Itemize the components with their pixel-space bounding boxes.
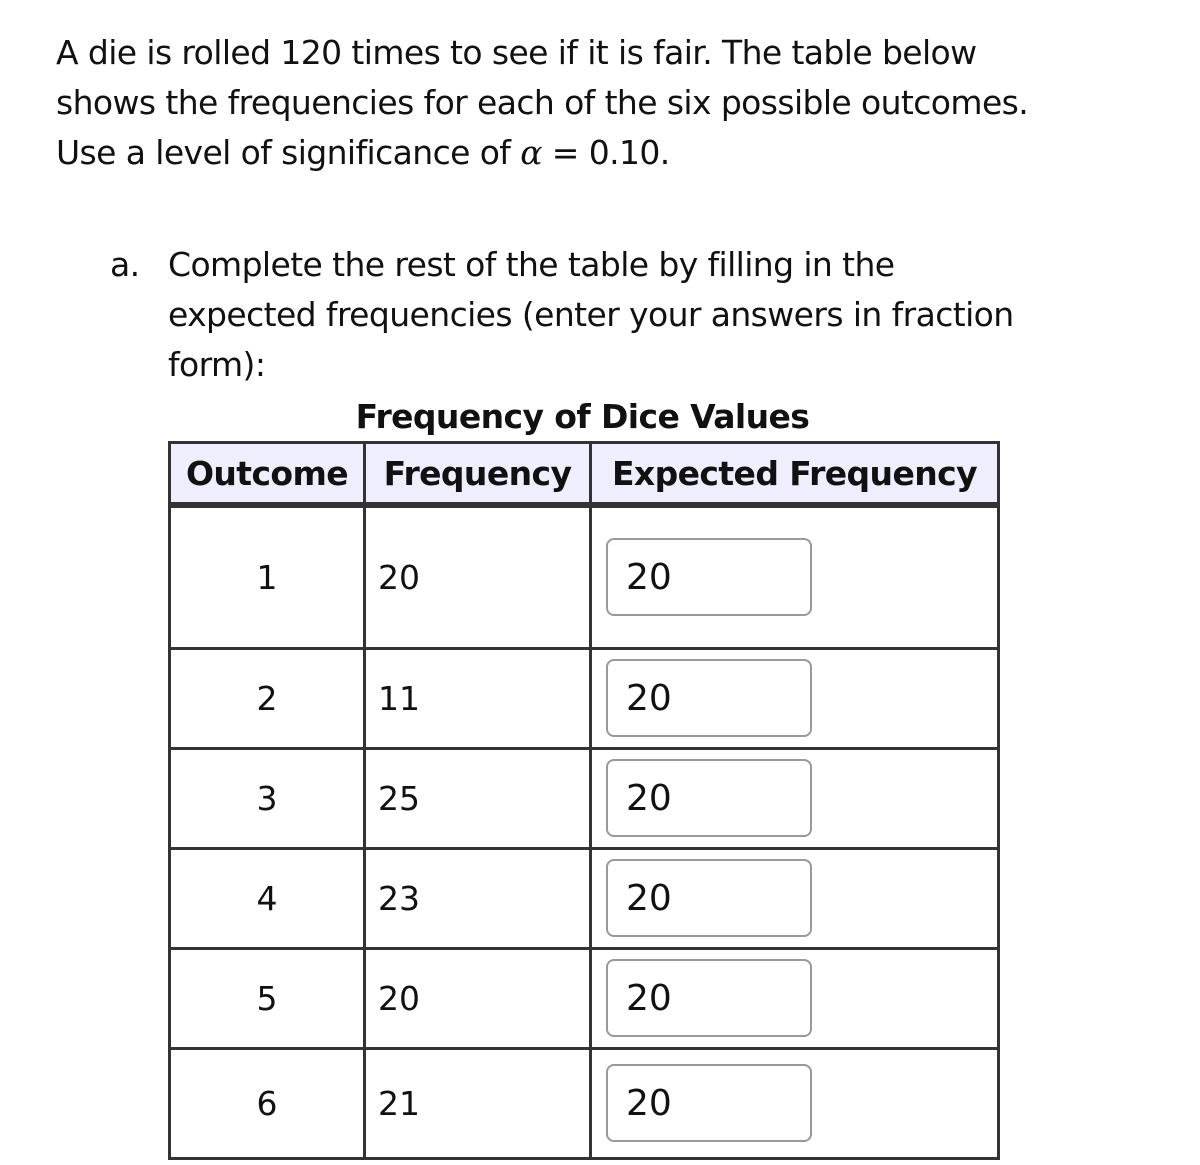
expected-frequency-input[interactable] (606, 759, 812, 837)
part-a-line: expected frequencies (enter your answers… (168, 295, 1014, 334)
expected-frequency-input[interactable] (606, 959, 812, 1037)
frequency-cell: 23 (363, 846, 592, 950)
table-row: 6 21 (168, 1046, 1000, 1160)
intro-text: = 0.10. (541, 133, 671, 172)
expected-frequency-input[interactable] (606, 1064, 812, 1142)
frequency-cell: 20 (363, 503, 592, 650)
table-row: 3 25 (168, 746, 1000, 850)
intro-line: Use a level of significance of α = 0.10. (56, 128, 1176, 178)
intro-line: shows the frequencies for each of the si… (56, 83, 1029, 122)
header-expected-frequency: Expected Frequency (589, 441, 1000, 508)
outcome-cell: 3 (168, 746, 366, 850)
table-row: 5 20 (168, 946, 1000, 1050)
frequency-table: Outcome Frequency Expected Frequency 1 2… (168, 441, 1000, 1160)
frequency-cell: 20 (363, 946, 592, 1050)
intro-line: A die is rolled 120 times to see if it i… (56, 33, 977, 72)
expected-cell (589, 1046, 1000, 1160)
intro-text: Use a level of significance of (56, 133, 521, 172)
expected-cell (589, 946, 1000, 1050)
frequency-cell: 21 (363, 1046, 592, 1160)
table-row: 1 20 (168, 503, 1000, 650)
outcome-cell: 6 (168, 1046, 366, 1160)
expected-cell (589, 503, 1000, 650)
outcome-cell: 5 (168, 946, 366, 1050)
outcome-cell: 4 (168, 846, 366, 950)
expected-frequency-input[interactable] (606, 659, 812, 737)
part-a-line: form): (168, 345, 266, 384)
frequency-cell: 25 (363, 746, 592, 850)
alpha-symbol: α (520, 133, 542, 172)
problem-statement: A die is rolled 120 times to see if it i… (56, 28, 1176, 178)
table-row: 4 23 (168, 846, 1000, 950)
outcome-cell: 1 (168, 503, 366, 650)
expected-frequency-input[interactable] (606, 538, 812, 617)
part-a-label: a. (110, 245, 140, 284)
table-header-row: Outcome Frequency Expected Frequency (168, 441, 1000, 508)
header-outcome: Outcome (168, 441, 366, 508)
expected-frequency-input[interactable] (606, 859, 812, 937)
table-caption: Frequency of Dice Values (355, 397, 810, 436)
header-frequency: Frequency (363, 441, 592, 508)
part-a-line: Complete the rest of the table by fillin… (168, 245, 895, 284)
frequency-cell: 11 (363, 646, 592, 750)
expected-cell (589, 746, 1000, 850)
expected-cell (589, 646, 1000, 750)
outcome-cell: 2 (168, 646, 366, 750)
expected-cell (589, 846, 1000, 950)
table-row: 2 11 (168, 646, 1000, 750)
